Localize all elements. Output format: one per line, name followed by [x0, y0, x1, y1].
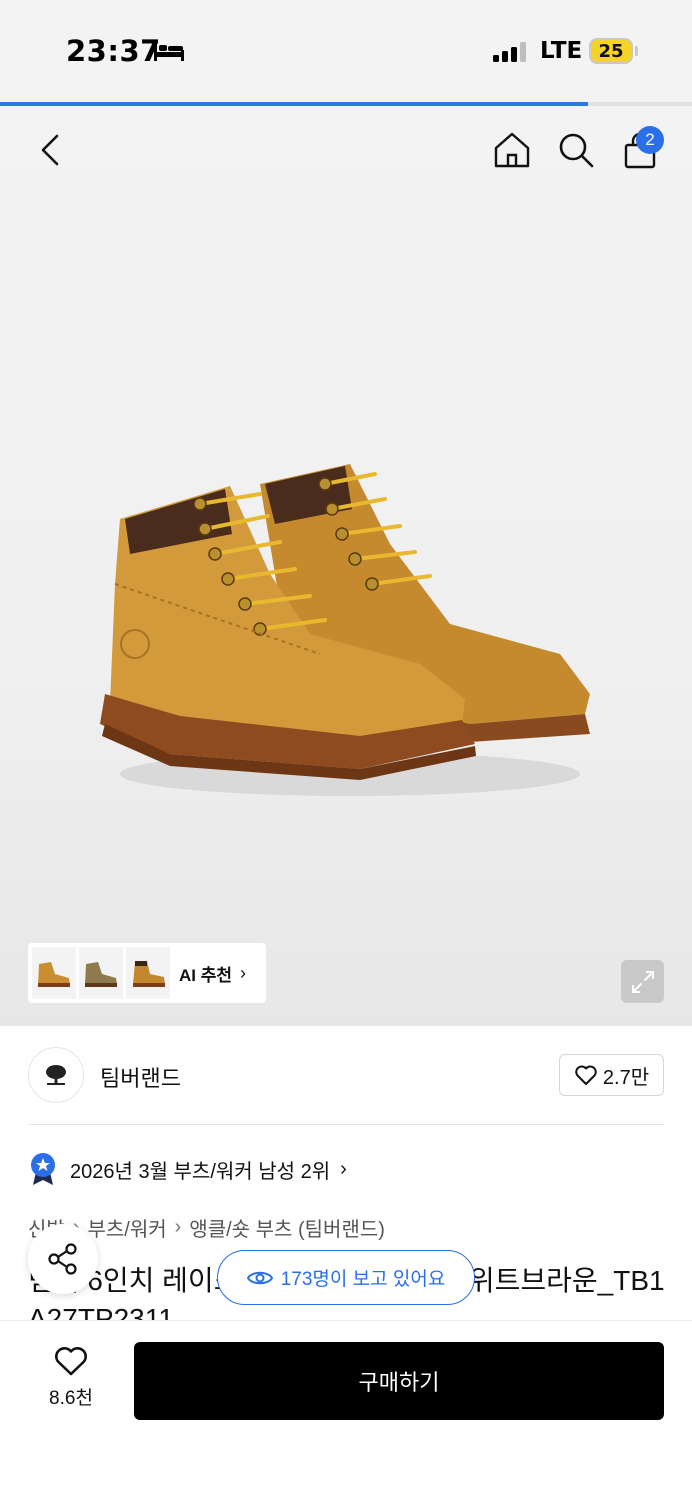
expand-icon [631, 970, 654, 993]
breadcrumb-item[interactable]: 부츠/워커 [87, 1213, 166, 1242]
ranking-text: 2026년 3월 부츠/워커 남성 2위 [70, 1160, 331, 1183]
share-button[interactable] [28, 1224, 98, 1294]
brand-like-button[interactable]: 2.7만 [559, 1054, 664, 1096]
battery-level: 25 [598, 40, 624, 62]
breadcrumb-item[interactable]: 앵클/숏 부츠 (팀버랜드) [189, 1213, 385, 1242]
brand-name[interactable]: 팀버랜드 [100, 1061, 181, 1093]
wishlist-button[interactable]: 8.6천 [36, 1345, 106, 1421]
share-icon [48, 1243, 77, 1275]
thumbnail-3[interactable] [126, 947, 170, 999]
wishlist-count: 8.6천 [49, 1388, 93, 1409]
heart-icon [55, 1347, 87, 1376]
viewers-count-pill: 173명이 보고 있어요 [217, 1250, 475, 1305]
product-image-gallery[interactable]: AI 추천 › [0, 106, 692, 1026]
signal-icon [493, 42, 526, 62]
heart-icon [575, 1065, 597, 1085]
eye-icon [246, 1271, 273, 1284]
status-time: 23:37 [66, 34, 161, 68]
product-photo-boots [100, 464, 590, 796]
chevron-right-icon: › [340, 1157, 347, 1180]
fullscreen-button[interactable] [621, 960, 664, 1003]
viewers-text: 173명이 보고 있어요 [280, 1269, 446, 1290]
chevron-right-icon: › [240, 962, 247, 983]
divider [28, 1124, 664, 1125]
network-label: LTE [540, 38, 583, 64]
back-arrow-icon [41, 134, 59, 166]
ranking-link[interactable]: 2026년 3월 부츠/워커 남성 2위 › [28, 1152, 347, 1186]
brand-like-count: 2.7만 [602, 1066, 650, 1089]
thumbnail-1[interactable] [32, 947, 76, 999]
thumbnail-strip[interactable]: AI 추천 › [28, 943, 266, 1003]
bottom-action-bar: 8.6천 구매하기 [0, 1320, 692, 1500]
ranking-badge-icon [31, 1153, 55, 1185]
home-icon [494, 132, 530, 168]
cart-count-badge: 2 [636, 126, 664, 154]
back-button[interactable] [30, 130, 70, 170]
thumbnail-2[interactable] [79, 947, 123, 999]
home-button[interactable] [490, 128, 534, 172]
status-bar: 23:37 LTE 25 [0, 0, 692, 104]
buy-button[interactable]: 구매하기 [134, 1342, 664, 1420]
bed-icon [154, 42, 184, 61]
tree-logo-icon [46, 1065, 66, 1085]
brand-logo[interactable] [28, 1047, 84, 1103]
battery-cap [635, 46, 638, 56]
search-button[interactable] [554, 128, 598, 172]
ai-recommend-label[interactable]: AI 추천 [179, 961, 232, 986]
search-icon [559, 133, 594, 168]
chevron-right-icon: › [174, 1216, 182, 1238]
battery-icon: 25 [589, 38, 633, 64]
